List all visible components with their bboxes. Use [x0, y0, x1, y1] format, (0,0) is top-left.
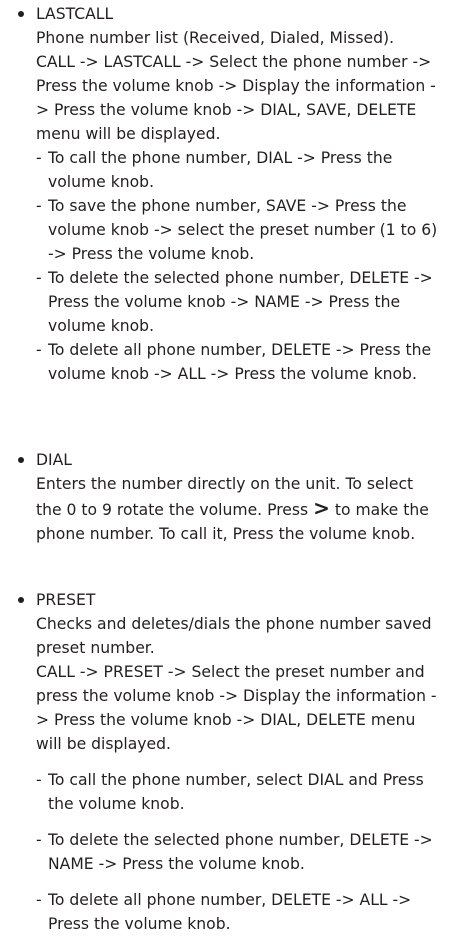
bullet-icon: [18, 457, 24, 463]
list-item-text: To call the phone number, select DIAL an…: [48, 771, 424, 813]
list-item-text: To save the phone number, SAVE -> Press …: [48, 197, 438, 263]
manual-page: LASTCALL Phone number list (Received, Di…: [0, 0, 452, 933]
section-procedure: CALL -> LASTCALL -> Select the phone num…: [36, 53, 436, 143]
section-description: Enters the number directly on the unit. …: [36, 472, 438, 546]
list-item-text: To delete the selected phone number, DEL…: [48, 269, 433, 335]
section-title: DIAL: [36, 451, 72, 469]
section-title: LASTCALL: [36, 5, 114, 23]
list-item: - To delete the selected phone number, DE…: [36, 269, 433, 335]
list-item: - To call the phone number, select DIAL a…: [36, 771, 424, 813]
list-item-text: To call the phone number, DIAL -> Press …: [48, 149, 393, 191]
section-title: PRESET: [36, 591, 96, 609]
bullet-icon: [18, 11, 24, 17]
list-item-text: To delete all phone number, DELETE -> AL…: [48, 891, 412, 933]
section-lastcall: LASTCALL Phone number list (Received, Di…: [12, 2, 438, 386]
list-item: - To delete the selected phone number, DE…: [36, 831, 433, 873]
list-item-text: To delete the selected phone number, DEL…: [48, 831, 433, 873]
section-dial: DIAL Enters the number directly on the u…: [12, 448, 438, 546]
list-item: - To delete all phone number, DELETE -> P…: [36, 341, 432, 383]
list-item: - To save the phone number, SAVE -> Press…: [36, 197, 438, 263]
section-procedure: CALL -> PRESET -> Select the preset numb…: [36, 663, 437, 753]
list-item: - To call the phone number, DIAL -> Press…: [36, 149, 393, 191]
bullet-icon: [18, 597, 24, 603]
section-preset: PRESET Checks and deletes/dials the phon…: [12, 588, 438, 936]
list-item-text: To delete all phone number, DELETE -> Pr…: [48, 341, 432, 383]
section-description: Checks and deletes/dials the phone numbe…: [36, 615, 432, 657]
list-item: - To delete all phone number, DELETE -> A…: [36, 891, 412, 933]
section-description: Phone number list (Received, Dialed, Mis…: [36, 29, 395, 47]
right-arrow-icon: >: [313, 496, 330, 520]
